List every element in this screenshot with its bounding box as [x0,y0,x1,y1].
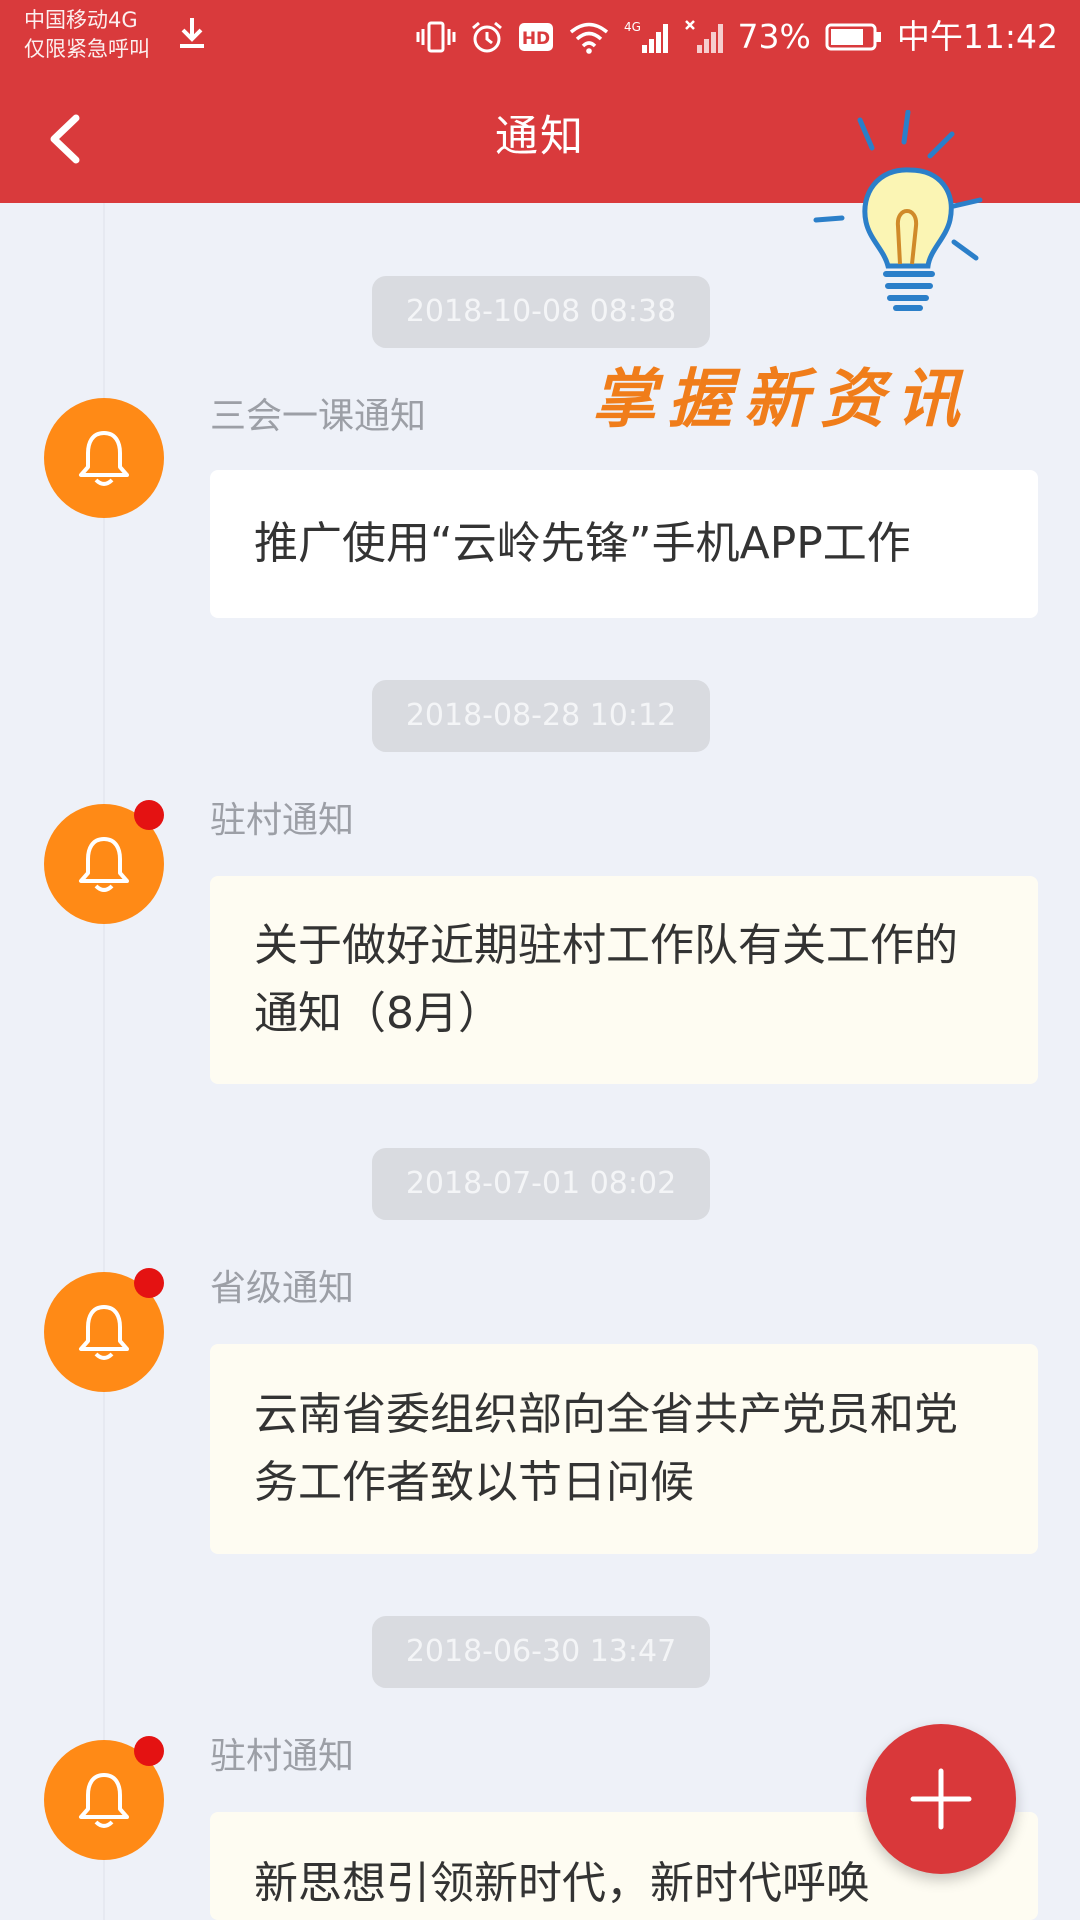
bell-icon [79,837,129,892]
hd-icon: HD [518,23,553,51]
notification-category: 驻村通知 [210,1736,355,1777]
carrier-name: 中国移动4G [24,8,138,32]
notification-category: 驻村通知 [210,800,355,841]
slogan-text: 掌握新资讯 [592,363,972,437]
notification-avatar[interactable] [44,398,164,518]
unread-indicator [134,1736,164,1766]
notification-message: 关于做好近期驻村工作队有关工作的通知（8月） [254,920,958,1039]
carrier-info: 中国移动4G 仅限紧急呼叫 [24,6,150,64]
timestamp-pill: 2018-07-01 08:02 [372,1148,710,1220]
notification-card[interactable]: 关于做好近期驻村工作队有关工作的通知（8月） [210,876,1038,1084]
unread-indicator [134,800,164,830]
bell-icon [79,1773,129,1828]
notification-avatar[interactable] [44,1268,164,1392]
signal-no-service-icon [684,20,723,53]
notification-card[interactable]: 推广使用“云岭先锋”手机APP工作 [210,470,1038,618]
status-bar-right: HD 4G 73% 中午11:42 [416,14,1058,60]
unread-indicator [134,1268,164,1298]
download-icon [180,18,204,48]
bell-icon [79,1305,129,1360]
wifi-icon [569,22,608,54]
clock: 中午11:42 [896,17,1058,56]
timestamp-pill: 2018-06-30 13:47 [372,1616,710,1688]
notification-avatar[interactable] [44,1736,164,1860]
notification-category: 省级通知 [210,1268,355,1309]
plus-icon [910,1768,972,1830]
notification-message: 新思想引领新时代，新时代呼唤 [254,1858,870,1909]
alarm-icon [471,21,502,53]
notification-avatar[interactable] [44,800,164,924]
timestamp-pill: 2018-10-08 08:38 [372,276,710,348]
carrier-status: 仅限紧急呼叫 [24,37,150,61]
svg-text:HD: HD [521,29,549,49]
signal-4g-icon: 4G [624,20,668,53]
notification-message: 推广使用“云岭先锋”手机APP工作 [254,518,911,569]
lightbulb-icon [813,110,983,311]
svg-text:4G: 4G [624,20,641,34]
timestamp-pill: 2018-08-28 10:12 [372,680,710,752]
battery-percent: 73% [737,17,811,56]
vibrate-icon [416,21,456,53]
notification-category: 三会一课通知 [210,396,427,437]
battery-icon [825,23,881,51]
notification-card[interactable]: 云南省委组织部向全省共产党员和党务工作者致以节日问候 [210,1344,1038,1554]
notification-message: 云南省委组织部向全省共产党员和党务工作者致以节日问候 [254,1389,958,1508]
add-button[interactable] [866,1724,1016,1874]
bell-icon [79,431,129,486]
